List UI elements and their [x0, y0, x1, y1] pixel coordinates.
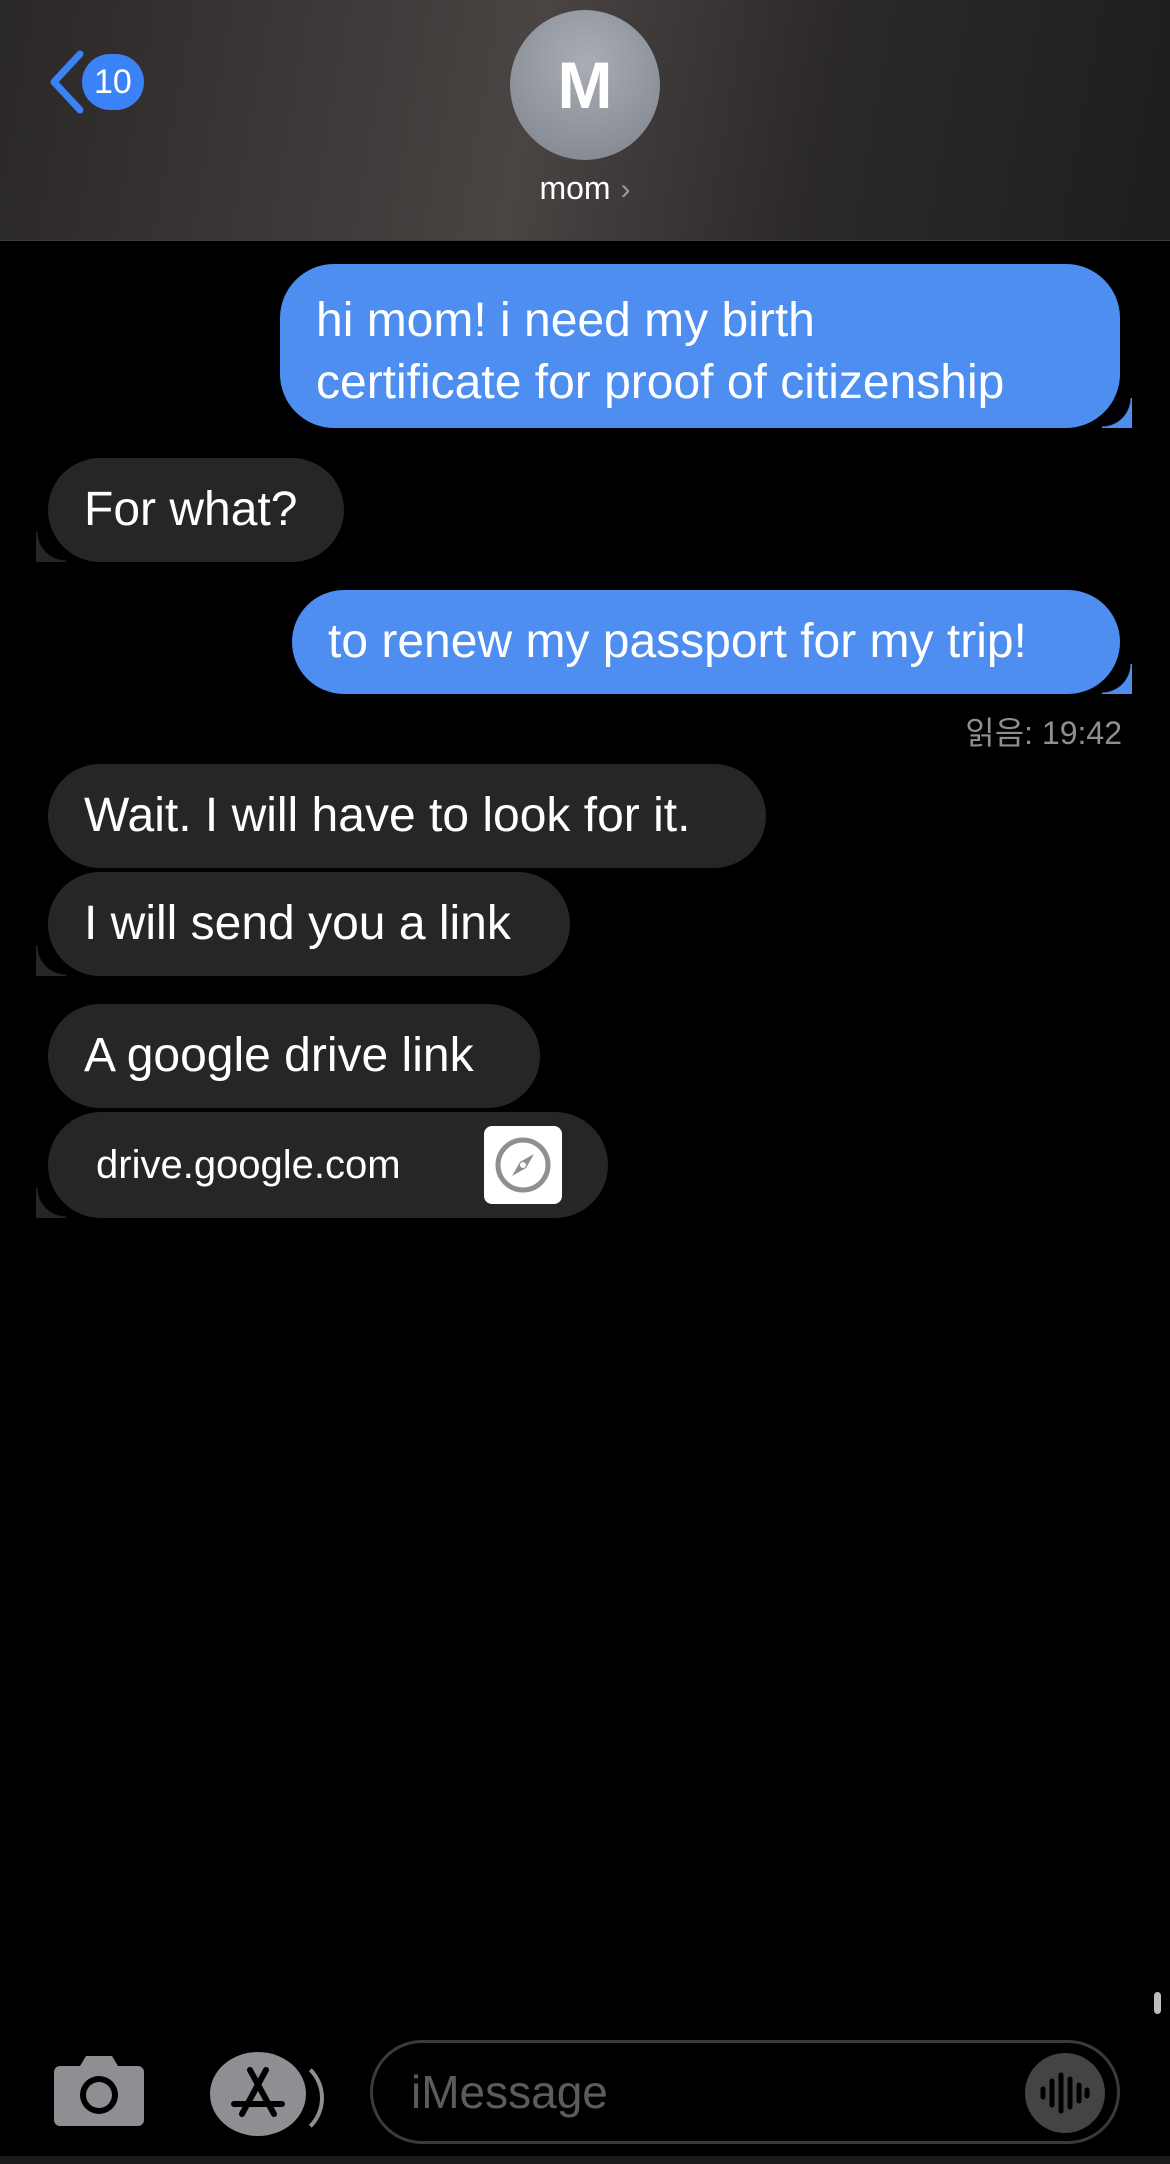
audio-waveform-icon	[1040, 2072, 1090, 2114]
incoming-message[interactable]: A google drive link	[48, 1004, 540, 1108]
conversation-header: 10 M mom ›	[0, 0, 1170, 241]
imessage-input-field[interactable]	[370, 2040, 1120, 2144]
message-text-line: hi mom! i need my birth	[316, 294, 815, 347]
contact-name: mom	[539, 170, 611, 206]
message-text: For what?	[84, 483, 298, 536]
scrollbar[interactable]	[1154, 1992, 1161, 2014]
compass-icon	[484, 1126, 562, 1204]
camera-button[interactable]	[52, 2052, 146, 2133]
incoming-message[interactable]: I will send you a link	[36, 872, 570, 976]
message-input[interactable]	[409, 2064, 973, 2120]
message-text: Wait. I will have to look for it.	[84, 789, 691, 842]
chevron-left-icon	[50, 50, 84, 114]
back-button[interactable]: 10	[46, 50, 144, 114]
unread-count-badge: 10	[82, 54, 144, 110]
avatar[interactable]: M	[510, 10, 660, 160]
outgoing-message[interactable]: hi mom! i need my birth certificate for …	[280, 264, 1132, 428]
read-receipt: 읽음: 19:42	[965, 715, 1122, 751]
outgoing-message[interactable]: to renew my passport for my trip!	[292, 590, 1132, 694]
chevron-right-icon: ›	[620, 173, 631, 206]
message-text: I will send you a link	[84, 897, 511, 950]
incoming-message[interactable]: For what?	[36, 458, 344, 562]
bottom-strip	[0, 2156, 1170, 2164]
camera-icon	[54, 2056, 144, 2126]
incoming-message[interactable]: Wait. I will have to look for it.	[48, 764, 766, 868]
compose-toolbar	[0, 2020, 1170, 2164]
contact-name-button[interactable]: mom ›	[0, 170, 1170, 207]
message-text-line: certificate for proof of citizenship	[316, 356, 1005, 409]
link-domain: drive.google.com	[96, 1143, 401, 1187]
app-store-button[interactable]	[210, 2052, 306, 2136]
message-text: A google drive link	[84, 1029, 474, 1082]
audio-record-button[interactable]	[1025, 2053, 1105, 2133]
app-store-icon	[231, 2067, 285, 2117]
link-preview[interactable]: drive.google.com	[36, 1112, 608, 1218]
message-text: to renew my passport for my trip!	[328, 615, 1027, 668]
